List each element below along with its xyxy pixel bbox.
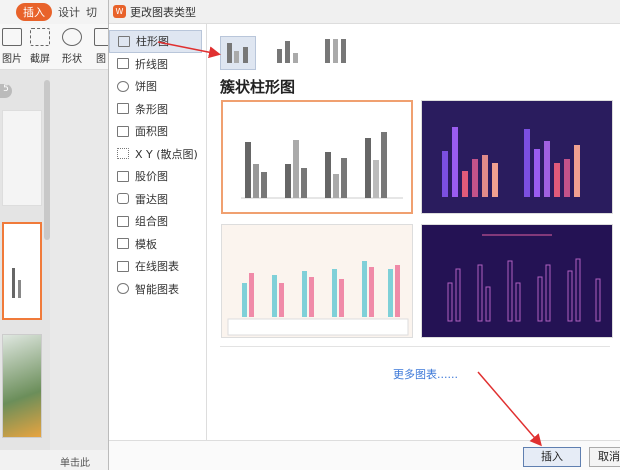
chart-style-3-preview (227, 261, 409, 336)
divider (220, 346, 610, 347)
shape-label: 形状 (62, 54, 82, 65)
scatter-chart-icon (117, 148, 129, 160)
chart-style-2[interactable] (421, 100, 613, 214)
ribbon-toolbar: 图片 截屏 形状 图 (0, 24, 108, 70)
horizontal-bar-icon (117, 103, 129, 115)
tab-design[interactable]: 设计 (58, 4, 80, 20)
nav-area-chart[interactable]: 面积图 (109, 120, 206, 143)
status-bar: 单击此 (0, 450, 108, 470)
nav-label: 雷达图 (135, 192, 168, 206)
cancel-button[interactable]: 取消 (589, 447, 620, 467)
screenshot-icon (30, 28, 50, 46)
shape-icon (62, 28, 82, 46)
nav-label: 折线图 (135, 57, 168, 71)
nav-scatter-chart[interactable]: X Y (散点图) (109, 143, 206, 166)
nav-label: 饼图 (135, 80, 157, 94)
online-chart-icon (117, 260, 129, 272)
chart-preview-area: 簇状柱形图 更多图表...... (208, 24, 620, 440)
chart-subtype-row (220, 36, 352, 70)
area-chart-icon (117, 125, 129, 137)
nav-stock-chart[interactable]: 股价图 (109, 165, 206, 188)
screenshot-label: 截屏 (30, 54, 50, 65)
combo-chart-icon (117, 215, 129, 227)
chart-style-1-preview (241, 132, 403, 199)
nav-online-chart[interactable]: 在线图表 (109, 255, 206, 278)
chart-style-2-preview (442, 127, 580, 197)
subtype-stacked-column[interactable] (268, 36, 304, 70)
subtype-percent-stacked-column[interactable] (316, 36, 352, 70)
subtype-title: 簇状柱形图 (220, 78, 296, 96)
shape-button[interactable]: 形状 (62, 28, 82, 65)
ribbon-tabs: 插入 设计 切 (0, 0, 108, 24)
tab-insert[interactable]: 插入 (16, 3, 52, 21)
dialog-footer: 插入 取消 (109, 440, 620, 470)
nav-combo-chart[interactable]: 组合图 (109, 210, 206, 233)
bar-chart-icon (118, 35, 130, 47)
picture-label: 图片 (2, 54, 22, 65)
pie-chart-icon (117, 80, 129, 92)
chart-style-3[interactable] (221, 224, 413, 338)
insert-button[interactable]: 插入 (523, 447, 581, 467)
notes-hint[interactable]: 单击此 (60, 458, 90, 469)
slide-thumbnail-1[interactable] (2, 110, 42, 206)
nav-label: 面积图 (135, 125, 168, 139)
nav-smart-chart[interactable]: 智能图表 (109, 278, 206, 301)
radar-chart-icon (117, 193, 129, 205)
picture-icon (2, 28, 22, 46)
slide-thumbnail-panel: 5 (0, 70, 50, 450)
nav-bar-chart[interactable]: 柱形图 (109, 30, 202, 53)
tab-transition[interactable]: 切 (86, 4, 97, 20)
nav-label: 条形图 (135, 102, 168, 116)
dialog-title: 更改图表类型 (130, 5, 196, 19)
slide-number: 5 (0, 84, 12, 98)
chart-type-list: 柱形图 折线图 饼图 条形图 面积图 X Y (散点图) 股价图 雷达图 组合图… (109, 24, 207, 440)
nav-label: 模板 (135, 237, 157, 251)
icons-icon (94, 28, 108, 46)
smart-chart-icon (117, 283, 129, 295)
nav-radar-chart[interactable]: 雷达图 (109, 188, 206, 211)
more-charts-link[interactable]: 更多图表...... (393, 366, 458, 382)
picture-button[interactable]: 图片 (2, 28, 22, 65)
chart-style-4[interactable] (421, 224, 613, 338)
nav-line-chart[interactable]: 折线图 (109, 53, 206, 76)
nav-template[interactable]: 模板 (109, 233, 206, 256)
dialog-titlebar: W 更改图表类型 (109, 0, 620, 24)
nav-label: 智能图表 (135, 282, 179, 296)
line-chart-icon (117, 58, 129, 70)
stock-chart-icon (117, 170, 129, 182)
nav-label: 在线图表 (135, 260, 179, 274)
chart-style-4-preview (447, 234, 601, 322)
nav-horizontal-bar-chart[interactable]: 条形图 (109, 98, 206, 121)
nav-label: 组合图 (135, 215, 168, 229)
nav-label: X Y (散点图) (135, 147, 198, 161)
subtype-clustered-column[interactable] (220, 36, 256, 70)
nav-label: 柱形图 (136, 35, 169, 49)
thumbnail-scrollbar[interactable] (44, 80, 50, 240)
app-logo-icon: W (113, 5, 126, 18)
nav-label: 股价图 (135, 170, 168, 184)
slide-thumbnail-selected[interactable] (2, 222, 42, 320)
change-chart-type-dialog: W 更改图表类型 柱形图 折线图 饼图 条形图 面积图 X Y (散点图) 股价… (108, 0, 620, 470)
slide-thumbnail-3[interactable] (2, 334, 42, 438)
chart-style-1[interactable] (221, 100, 413, 214)
screenshot-button[interactable]: 截屏 (30, 28, 50, 65)
nav-pie-chart[interactable]: 饼图 (109, 75, 206, 98)
icon-button-partial[interactable]: 图 (94, 28, 108, 65)
icons-label: 图 (96, 54, 106, 65)
template-icon (117, 238, 129, 250)
